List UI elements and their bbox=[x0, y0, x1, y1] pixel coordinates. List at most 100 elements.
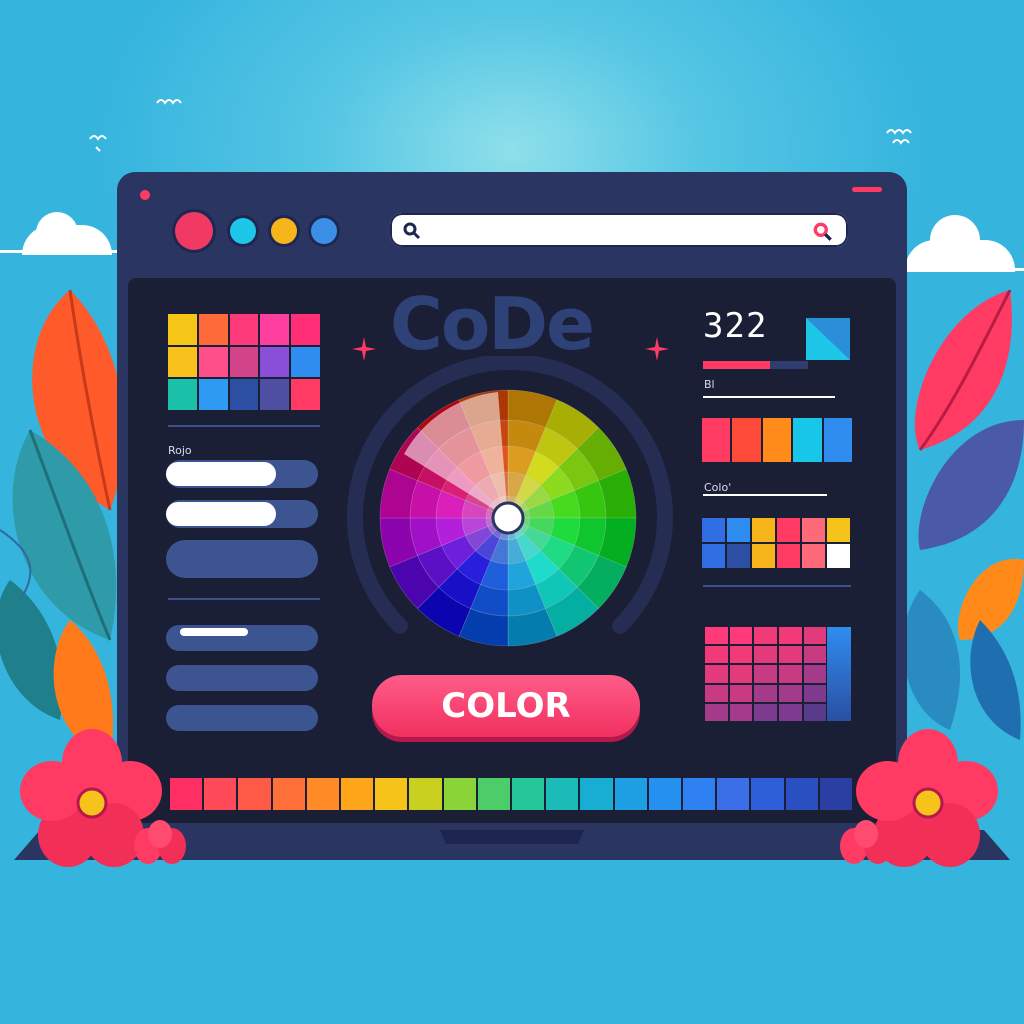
color-swatch[interactable] bbox=[702, 518, 725, 542]
color-swatch[interactable] bbox=[702, 544, 725, 568]
window-dot-yellow[interactable] bbox=[271, 218, 297, 244]
divider bbox=[168, 598, 320, 600]
color-swatch[interactable] bbox=[752, 544, 775, 568]
color-swatch[interactable] bbox=[827, 544, 850, 568]
search-icon-pink[interactable] bbox=[812, 221, 834, 243]
color-swatch[interactable] bbox=[754, 627, 777, 645]
color-swatch[interactable] bbox=[291, 346, 320, 378]
bird-icon bbox=[886, 129, 912, 145]
divider bbox=[168, 425, 320, 427]
color-swatch[interactable] bbox=[409, 778, 442, 810]
color-swatch[interactable] bbox=[827, 518, 850, 542]
color-swatch[interactable] bbox=[260, 346, 290, 378]
color-swatch[interactable] bbox=[204, 778, 237, 810]
color-swatch[interactable] bbox=[291, 379, 320, 410]
color-swatch[interactable] bbox=[729, 684, 753, 702]
color-swatch[interactable] bbox=[717, 778, 750, 810]
color-swatch[interactable] bbox=[272, 778, 305, 810]
color-swatch[interactable] bbox=[683, 778, 716, 810]
search-input[interactable] bbox=[424, 218, 808, 244]
color-swatch[interactable] bbox=[198, 314, 228, 345]
color-swatch[interactable] bbox=[803, 665, 827, 683]
color-swatch[interactable] bbox=[803, 646, 827, 664]
color-swatch[interactable] bbox=[580, 778, 613, 810]
search-icon[interactable] bbox=[402, 221, 422, 241]
color-swatch[interactable] bbox=[341, 778, 374, 810]
color-swatch[interactable] bbox=[168, 314, 197, 345]
color-swatch[interactable] bbox=[512, 778, 545, 810]
color-swatch[interactable] bbox=[802, 544, 825, 568]
color-swatch[interactable] bbox=[727, 518, 750, 542]
color-swatch[interactable] bbox=[198, 379, 228, 410]
color-button[interactable]: COLOR bbox=[372, 675, 640, 737]
bird-icon bbox=[156, 99, 182, 105]
color-swatch[interactable] bbox=[238, 778, 271, 810]
color-swatch[interactable] bbox=[802, 518, 825, 542]
color-swatch[interactable] bbox=[785, 778, 818, 810]
color-swatch[interactable] bbox=[260, 379, 290, 410]
color-swatch[interactable] bbox=[752, 518, 775, 542]
color-swatch[interactable] bbox=[168, 346, 197, 378]
color-swatch[interactable] bbox=[803, 684, 827, 702]
color-swatch[interactable] bbox=[823, 418, 852, 462]
divider bbox=[703, 494, 827, 496]
horizon-line bbox=[0, 250, 120, 253]
color-swatch[interactable] bbox=[754, 646, 777, 664]
color-swatch[interactable] bbox=[779, 684, 802, 702]
color-swatch[interactable] bbox=[751, 778, 784, 810]
color-swatch[interactable] bbox=[729, 646, 753, 664]
progress-bar bbox=[703, 361, 808, 369]
color-swatch[interactable] bbox=[779, 627, 802, 645]
slider-fill-2 bbox=[166, 502, 276, 526]
color-swatch[interactable] bbox=[762, 418, 792, 462]
input-pill[interactable] bbox=[166, 540, 318, 578]
color-swatch[interactable] bbox=[546, 778, 579, 810]
color-gradient-strip[interactable] bbox=[170, 778, 852, 810]
color-swatch[interactable] bbox=[754, 684, 777, 702]
color-swatch[interactable] bbox=[648, 778, 681, 810]
color-swatch[interactable] bbox=[779, 665, 802, 683]
search-bar[interactable] bbox=[390, 213, 848, 247]
color-swatch[interactable] bbox=[443, 778, 476, 810]
color-swatch[interactable] bbox=[705, 646, 728, 664]
divider bbox=[703, 396, 835, 398]
color-swatch[interactable] bbox=[732, 418, 761, 462]
color-swatch[interactable] bbox=[754, 665, 777, 683]
color-swatch[interactable] bbox=[229, 379, 259, 410]
color-swatch[interactable] bbox=[727, 544, 750, 568]
color-swatch[interactable] bbox=[702, 418, 731, 462]
color-swatch[interactable] bbox=[614, 778, 647, 810]
color-swatch[interactable] bbox=[779, 646, 802, 664]
color-swatch[interactable] bbox=[375, 778, 408, 810]
color-swatch[interactable] bbox=[754, 703, 777, 721]
color-wheel[interactable] bbox=[320, 356, 700, 676]
color-swatch[interactable] bbox=[291, 314, 320, 345]
color-swatch[interactable] bbox=[729, 665, 753, 683]
color-swatch[interactable] bbox=[306, 778, 339, 810]
color-swatch[interactable] bbox=[803, 703, 827, 721]
color-swatch[interactable] bbox=[803, 627, 827, 645]
list-item-2[interactable] bbox=[166, 665, 318, 691]
color-matrix bbox=[705, 627, 851, 721]
color-swatch[interactable] bbox=[779, 703, 802, 721]
color-swatch[interactable] bbox=[705, 665, 728, 683]
color-swatch[interactable] bbox=[260, 314, 290, 345]
color-swatch[interactable] bbox=[705, 684, 728, 702]
flower-left bbox=[20, 729, 186, 867]
color-swatch[interactable] bbox=[198, 346, 228, 378]
color-swatch[interactable] bbox=[229, 314, 259, 345]
color-swatch[interactable] bbox=[705, 703, 728, 721]
color-swatch[interactable] bbox=[729, 703, 753, 721]
color-swatch[interactable] bbox=[777, 544, 800, 568]
color-swatch[interactable] bbox=[229, 346, 259, 378]
divider bbox=[703, 585, 851, 587]
color-swatch[interactable] bbox=[168, 379, 197, 410]
color-swatch[interactable] bbox=[777, 518, 800, 542]
window-dot-cyan[interactable] bbox=[230, 218, 256, 244]
color-swatch[interactable] bbox=[705, 627, 728, 645]
window-dot-close[interactable] bbox=[175, 212, 213, 250]
color-swatch[interactable] bbox=[793, 418, 822, 462]
window-dot-blue[interactable] bbox=[311, 218, 337, 244]
color-swatch[interactable] bbox=[729, 627, 753, 645]
color-swatch[interactable] bbox=[477, 778, 510, 810]
